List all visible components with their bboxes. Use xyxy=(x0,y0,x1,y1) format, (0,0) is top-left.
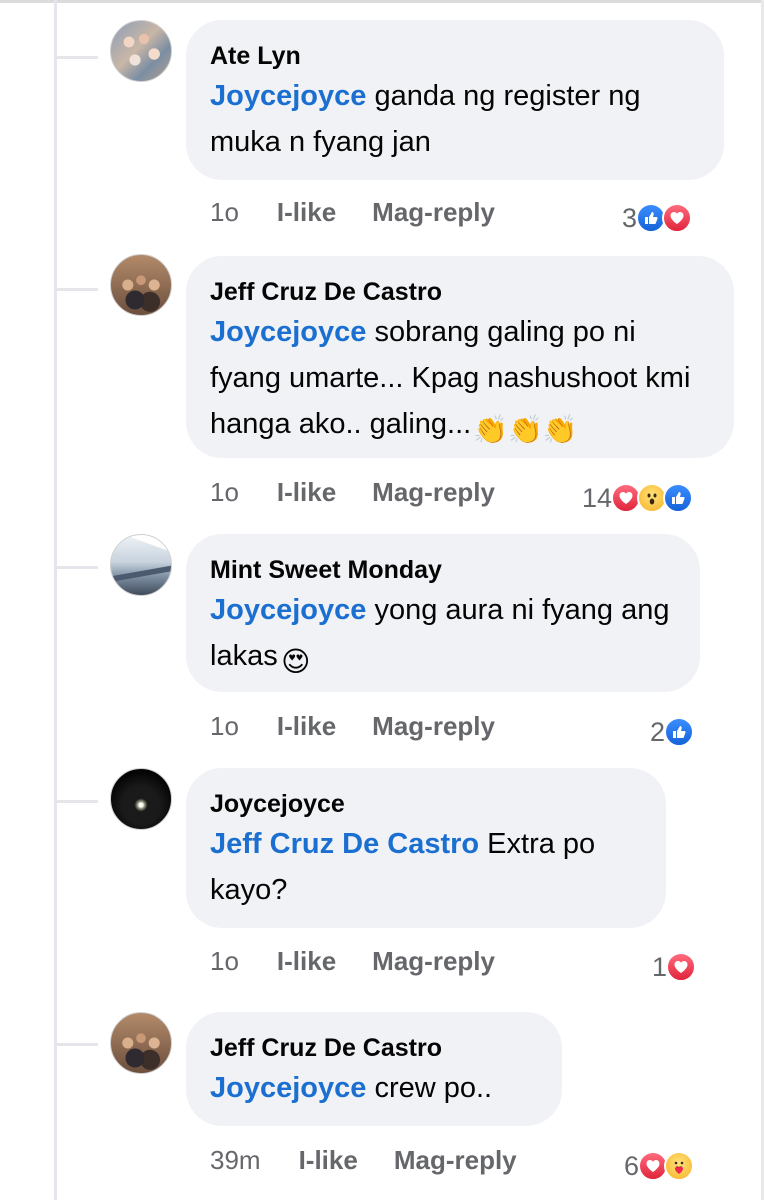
reaction-count: 6 xyxy=(624,1150,640,1181)
reaction-summary[interactable]: 6 xyxy=(624,1149,695,1183)
love-icon xyxy=(666,952,697,982)
comment-timestamp[interactable]: 1o xyxy=(210,710,239,742)
comment-author[interactable]: Mint Sweet Monday xyxy=(210,555,676,585)
reaction-count: 3 xyxy=(622,202,638,233)
comment-bubble: Joycejoyce Jeff Cruz De Castro Extra po … xyxy=(186,768,666,928)
avatar[interactable] xyxy=(110,534,172,596)
reply-button[interactable]: Mag-reply xyxy=(372,196,495,228)
comment-actions: 1o I-like Mag-reply xyxy=(210,476,495,508)
comment-bubble: Jeff Cruz De Castro Joycejoyce crew po.. xyxy=(186,1012,562,1126)
avatar[interactable] xyxy=(110,768,172,830)
like-icon xyxy=(664,717,695,747)
thread-line xyxy=(54,0,57,1200)
comment-bubble: Mint Sweet Monday Joycejoyce yong aura n… xyxy=(186,534,700,692)
comment-timestamp[interactable]: 39m xyxy=(210,1144,261,1176)
comment-author[interactable]: Jeff Cruz De Castro xyxy=(210,277,710,307)
mention-link[interactable]: Joycejoyce xyxy=(210,316,366,348)
mention-link[interactable]: Joycejoyce xyxy=(210,594,366,626)
avatar[interactable] xyxy=(110,1012,172,1074)
clapping-hands-icon: 👏👏👏 xyxy=(473,414,578,445)
reply-connector xyxy=(54,566,98,569)
like-button[interactable]: I-like xyxy=(277,476,336,508)
comment-bubble: Jeff Cruz De Castro Joycejoyce sobrang g… xyxy=(186,256,734,458)
care-icon xyxy=(664,1151,695,1181)
mention-link[interactable]: Jeff Cruz De Castro xyxy=(210,828,479,860)
comment-author[interactable]: Joycejoyce xyxy=(210,789,642,819)
like-button[interactable]: I-like xyxy=(277,710,336,742)
like-button[interactable]: I-like xyxy=(277,196,336,228)
comment-timestamp[interactable]: 1o xyxy=(210,945,239,977)
reaction-summary[interactable]: 2 xyxy=(650,715,695,749)
reaction-summary[interactable]: 3 xyxy=(622,201,693,235)
reaction-count: 2 xyxy=(650,716,666,747)
comment-author[interactable]: Jeff Cruz De Castro xyxy=(210,1033,538,1063)
top-divider xyxy=(0,0,764,3)
reply-button[interactable]: Mag-reply xyxy=(394,1144,517,1176)
like-button[interactable]: I-like xyxy=(299,1144,358,1176)
comment-bubble: Ate Lyn Joycejoyce ganda ng register ng … xyxy=(186,20,724,180)
like-button[interactable]: I-like xyxy=(277,945,336,977)
comment-actions: 1o I-like Mag-reply xyxy=(210,945,495,977)
comment-actions: 1o I-like Mag-reply xyxy=(210,710,495,742)
reply-connector xyxy=(54,1043,98,1046)
comment-text: Joycejoyce sobrang galing po ni fyang um… xyxy=(210,309,710,447)
reply-connector xyxy=(54,288,98,291)
mention-link[interactable]: Joycejoyce xyxy=(210,80,366,112)
comment-actions: 39m I-like Mag-reply xyxy=(210,1144,517,1176)
comment-text: Joycejoyce ganda ng register ng muka n f… xyxy=(210,73,700,165)
comment-actions: 1o I-like Mag-reply xyxy=(210,196,495,228)
comment-body: crew po.. xyxy=(366,1072,493,1104)
comment-author[interactable]: Ate Lyn xyxy=(210,41,700,71)
reply-connector xyxy=(54,56,98,59)
comment-timestamp[interactable]: 1o xyxy=(210,196,239,228)
reply-button[interactable]: Mag-reply xyxy=(372,945,495,977)
reaction-summary[interactable]: 14 xyxy=(582,481,694,515)
love-icon xyxy=(662,203,693,233)
reaction-summary[interactable]: 1 xyxy=(652,950,697,984)
reply-button[interactable]: Mag-reply xyxy=(372,710,495,742)
comment-text: Joycejoyce crew po.. xyxy=(210,1065,538,1111)
reply-connector xyxy=(54,800,98,803)
heart-eyes-icon: 😍 xyxy=(281,646,311,677)
comment-text: Joycejoyce yong aura ni fyang ang lakas 😍 xyxy=(210,587,676,679)
reaction-count: 1 xyxy=(652,951,668,982)
avatar[interactable] xyxy=(110,20,172,82)
comment-timestamp[interactable]: 1o xyxy=(210,476,239,508)
mention-link[interactable]: Joycejoyce xyxy=(210,1072,366,1104)
avatar[interactable] xyxy=(110,254,172,316)
like-icon xyxy=(663,483,694,513)
reply-button[interactable]: Mag-reply xyxy=(372,476,495,508)
comment-text: Jeff Cruz De Castro Extra po kayo? xyxy=(210,821,642,913)
reaction-count: 14 xyxy=(582,482,613,513)
